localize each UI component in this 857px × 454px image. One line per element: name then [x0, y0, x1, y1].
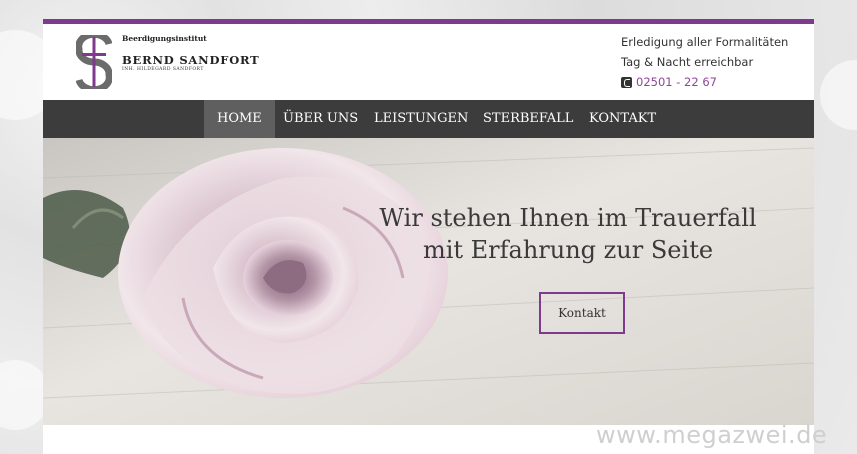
hero-heading-line1: Wir stehen Ihnen im Trauerfall: [379, 204, 757, 232]
rose-image: [43, 138, 814, 425]
watermark: www.megazwei.de: [596, 421, 828, 449]
logo-icon[interactable]: [76, 35, 112, 89]
main-navigation: HOME ÜBER UNS LEISTUNGEN STERBEFALL KONT…: [43, 100, 814, 138]
phone-link[interactable]: 02501 - 22 67: [621, 72, 788, 92]
phone-number[interactable]: 02501 - 22 67: [636, 72, 717, 92]
phone-icon: [621, 76, 632, 88]
nav-sterbefall[interactable]: STERBEFALL: [470, 100, 586, 138]
hero-heading: Wir stehen Ihnen im Trauerfall mit Erfah…: [373, 202, 763, 266]
hero-contact-button[interactable]: Kontakt: [539, 292, 625, 334]
contact-info: Erledigung aller Formalitäten Tag & Nach…: [621, 32, 788, 92]
hero-heading-line2: mit Erfahrung zur Seite: [422, 236, 714, 264]
website: Beerdigungsinstitut BERND SANDFORT INH. …: [43, 19, 814, 454]
nav-kontakt[interactable]: KONTAKT: [576, 100, 669, 138]
background-bubble: [820, 60, 857, 130]
nav-ueber-uns[interactable]: ÜBER UNS: [270, 100, 371, 138]
header: Beerdigungsinstitut BERND SANDFORT INH. …: [43, 24, 814, 100]
nav-leistungen[interactable]: LEISTUNGEN: [361, 100, 481, 138]
brand-name[interactable]: BERND SANDFORT: [122, 53, 260, 67]
brand-subtitle: Beerdigungsinstitut: [122, 34, 207, 43]
nav-home[interactable]: HOME: [204, 100, 275, 138]
info-formalities: Erledigung aller Formalitäten: [621, 35, 789, 49]
info-availability: Tag & Nacht erreichbar: [621, 55, 754, 69]
hero-banner: Wir stehen Ihnen im Trauerfall mit Erfah…: [43, 138, 814, 425]
brand-owner: INH. HILDEGARD SANDFORT: [122, 67, 204, 72]
